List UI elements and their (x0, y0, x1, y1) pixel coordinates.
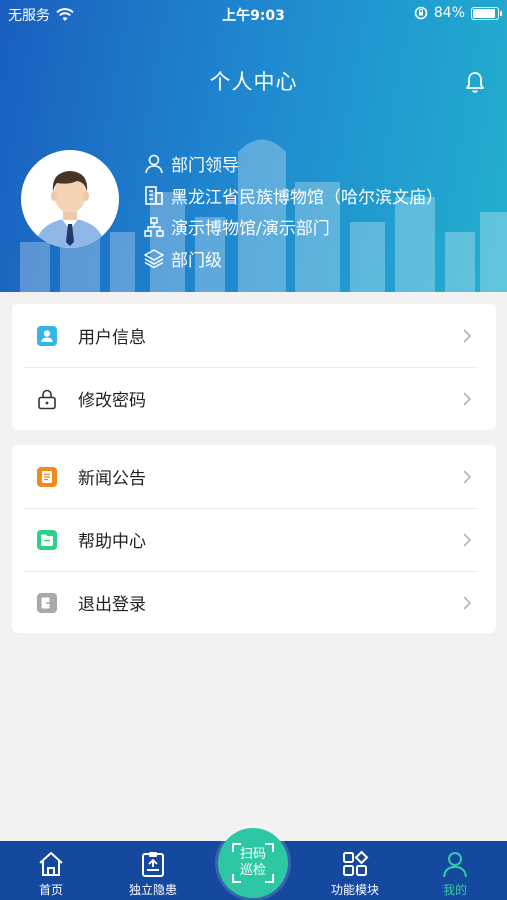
scan-label: 扫码 巡检 (239, 847, 266, 878)
battery-percent: 84% (433, 5, 465, 21)
menu-item-label: 新闻公告 (78, 469, 146, 489)
tab-label: 我的 (442, 883, 467, 897)
avatar-portrait (21, 150, 119, 248)
building-icon (145, 186, 163, 206)
organization-text: 黑龙江省民族博物馆（哈尔滨文庙） (171, 187, 443, 208)
general-menu-card: 新闻公告 帮助中心 退出登录 (12, 445, 496, 633)
page-title: 个人中心 (209, 70, 298, 94)
layers-icon (144, 249, 164, 269)
tab-mine[interactable]: 我的 (410, 841, 500, 900)
lock-icon (38, 389, 56, 409)
user-info-icon (37, 325, 57, 346)
orientation-lock-icon (414, 6, 428, 20)
level-text: 部门级 (171, 250, 222, 271)
clipboard-icon (142, 852, 164, 877)
menu-item-news[interactable]: 新闻公告 (12, 445, 496, 508)
logout-icon (37, 592, 57, 613)
menu-item-help[interactable]: 帮助中心 (12, 508, 496, 571)
tab-home[interactable]: 首页 (6, 841, 96, 900)
avatar[interactable] (21, 150, 119, 248)
person-icon (145, 154, 163, 173)
account-menu-card: 用户信息 修改密码 (12, 304, 496, 430)
status-bar: 无服务 上午9:03 84% (0, 0, 507, 28)
role-line: 部门领导 (143, 148, 443, 180)
scan-inspection-button[interactable]: 扫码 巡检 (218, 828, 288, 898)
profile-info: 部门领导 黑龙江省民族博物馆（哈尔滨文庙） 演示博物馆/演示部门 部门级 (143, 148, 443, 274)
department-text: 演示博物馆/演示部门 (171, 219, 330, 240)
news-icon (37, 466, 57, 487)
menu-item-label: 修改密码 (78, 391, 146, 411)
department-line: 演示博物馆/演示部门 (143, 211, 443, 243)
help-icon (37, 529, 57, 550)
bell-icon[interactable] (463, 70, 487, 94)
menu-item-label: 用户信息 (78, 328, 146, 348)
menu-item-user-info[interactable]: 用户信息 (12, 304, 496, 367)
profile-header: 无服务 上午9:03 84% 个人中心 部门领导 黑龙江省民族博物馆（哈尔滨文庙… (0, 0, 507, 292)
organization-line: 黑龙江省民族博物馆（哈尔滨文庙） (143, 180, 443, 212)
chevron-right-icon (463, 329, 472, 343)
tab-hazard[interactable]: 独立隐患 (108, 841, 198, 900)
grid-modules-icon (343, 850, 369, 876)
battery-icon (471, 6, 502, 20)
level-line: 部门级 (143, 243, 443, 275)
chevron-right-icon (463, 533, 472, 547)
menu-item-logout[interactable]: 退出登录 (12, 571, 496, 634)
role-text: 部门领导 (171, 156, 239, 177)
menu-item-change-password[interactable]: 修改密码 (12, 367, 496, 430)
tab-label: 功能模块 (330, 883, 379, 897)
tab-modules[interactable]: 功能模块 (310, 841, 400, 900)
person-icon (443, 852, 467, 878)
home-icon (39, 852, 63, 876)
tab-label: 首页 (38, 883, 63, 897)
chevron-right-icon (463, 392, 472, 406)
org-chart-icon (144, 217, 164, 237)
chevron-right-icon (463, 596, 472, 610)
menu-item-label: 帮助中心 (78, 532, 146, 552)
tab-label: 独立隐患 (128, 883, 177, 897)
chevron-right-icon (463, 470, 472, 484)
menu-item-label: 退出登录 (78, 595, 146, 615)
